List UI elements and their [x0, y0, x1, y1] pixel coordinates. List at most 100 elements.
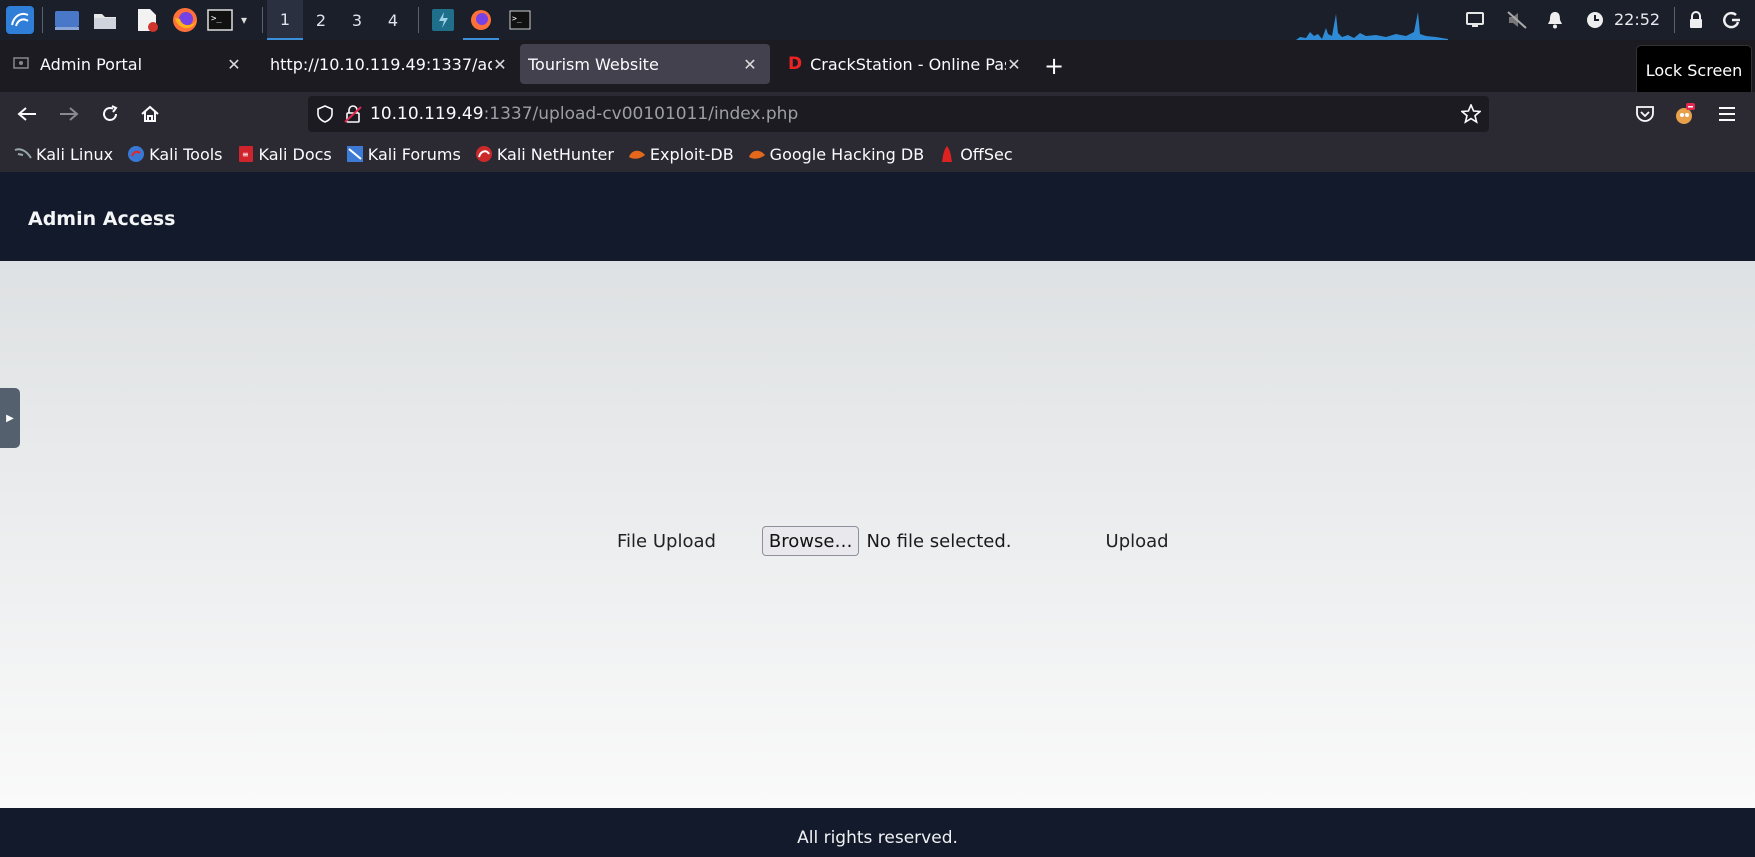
file-upload-label: File Upload [617, 530, 716, 552]
workspace-1[interactable]: 1 [267, 0, 303, 40]
nethunter-icon [475, 145, 493, 163]
ghdb-icon [748, 145, 766, 163]
tab-favicon-icon [13, 57, 29, 69]
show-desktop-icon[interactable] [52, 6, 82, 34]
url-host: 10.10.119.49 [370, 104, 484, 124]
offsec-icon [938, 145, 956, 163]
reload-icon[interactable] [96, 100, 124, 128]
web-page: Admin Access File Upload Browse… No file… [0, 172, 1755, 857]
pocket-icon[interactable] [1631, 100, 1659, 128]
bookmark-kali-tools[interactable]: Kali Tools [127, 144, 223, 164]
svg-text:>_: >_ [211, 14, 222, 24]
close-icon[interactable]: ✕ [740, 54, 760, 74]
browse-button[interactable]: Browse… [761, 526, 860, 556]
bookmark-exploit-db[interactable]: Exploit-DB [628, 145, 734, 164]
tab-label: http://10.10.119.49:1337/adm [270, 54, 492, 74]
taskbar-terminal-icon[interactable]: >_ [506, 6, 534, 34]
kali-docs-icon: ≡ [237, 145, 255, 163]
insecure-lock-icon[interactable] [344, 105, 362, 123]
play-arrow-icon: ▶ [6, 412, 14, 424]
network-monitor-graph [1296, 12, 1448, 40]
main-content: File Upload Browse… No file selected. Up… [0, 261, 1755, 808]
site-title: Admin Access [28, 208, 176, 230]
close-icon[interactable]: ✕ [224, 54, 244, 74]
tab-admin-url[interactable]: http://10.10.119.49:1337/adm ✕ [262, 44, 512, 84]
display-icon[interactable] [1462, 6, 1488, 34]
volume-muted-icon[interactable] [1504, 6, 1530, 34]
workspace-4[interactable]: 4 [375, 0, 411, 40]
new-tab-icon[interactable]: + [1044, 52, 1064, 80]
extension-icon[interactable] [1671, 100, 1699, 128]
tab-label: CrackStation - Online Pas [810, 54, 1007, 74]
bookmark-label: Kali Forums [367, 144, 461, 164]
bookmark-label: Kali Docs [258, 144, 332, 164]
bookmark-google-hacking-db[interactable]: Google Hacking DB [748, 144, 925, 164]
side-panel-handle[interactable]: ▶ [0, 388, 20, 448]
crackstation-favicon-icon: D [788, 54, 803, 74]
home-icon[interactable] [136, 100, 164, 128]
bookmark-label: Kali Tools [149, 144, 223, 164]
file-status-text: No file selected. [866, 530, 1012, 552]
clock-icon [1582, 6, 1608, 34]
bookmark-label: Google Hacking DB [769, 144, 925, 164]
bookmark-kali-docs[interactable]: ≡ Kali Docs [237, 145, 332, 164]
panel-clock[interactable]: 22:52 [1614, 10, 1660, 29]
lock-screen-tooltip: Lock Screen [1636, 45, 1752, 95]
close-icon[interactable]: ✕ [1004, 54, 1024, 74]
file-manager-icon[interactable] [90, 6, 120, 34]
workspace-label: 4 [387, 10, 399, 30]
workspace-label: 3 [351, 10, 363, 30]
close-icon[interactable]: ✕ [490, 54, 510, 74]
workspace-label: 2 [315, 10, 327, 30]
text-editor-icon[interactable] [132, 6, 162, 34]
footer-text: All rights reserved. [797, 827, 958, 848]
navigation-toolbar: 10.10.119.49:1337/upload-cv00101011/inde… [0, 92, 1755, 136]
panel-separator [1674, 7, 1675, 33]
bookmark-label: OffSec [960, 144, 1013, 164]
bookmark-offsec[interactable]: OffSec [938, 144, 1013, 164]
bookmarks-toolbar: Kali Linux Kali Tools ≡ Kali Docs Kali F… [0, 136, 1755, 172]
svg-text:>_: >_ [512, 14, 522, 23]
kali-menu-icon[interactable] [4, 6, 36, 34]
taskbar-firefox-icon[interactable] [466, 6, 496, 34]
tab-label: Tourism Website [528, 54, 659, 74]
forward-arrow-icon[interactable] [55, 100, 83, 128]
tab-tourism-website[interactable]: Tourism Website ✕ [520, 44, 770, 84]
notifications-bell-icon[interactable] [1542, 6, 1568, 34]
tab-crackstation[interactable]: D CrackStation - Online Pas ✕ [778, 44, 1028, 84]
tab-admin-portal[interactable]: Admin Portal ✕ [4, 44, 254, 84]
site-footer: All rights reserved. [0, 808, 1755, 857]
bookmark-label: Kali Linux [36, 144, 114, 164]
firefox-launcher-icon[interactable] [170, 6, 200, 34]
upload-form: File Upload Browse… No file selected. Up… [617, 526, 1169, 556]
upload-button[interactable]: Upload [1106, 531, 1169, 552]
hamburger-menu-icon[interactable] [1713, 100, 1741, 128]
svg-text:≡: ≡ [242, 150, 249, 159]
panel-separator [262, 7, 263, 33]
tab-strip: Admin Portal ✕ http://10.10.119.49:1337/… [0, 40, 1755, 92]
kali-tools-icon [127, 145, 145, 163]
site-header: Admin Access [0, 172, 1755, 261]
workspace-label: 1 [279, 9, 291, 29]
tab-label: Admin Portal [40, 54, 143, 74]
panel-separator [418, 7, 419, 33]
shield-icon[interactable] [316, 105, 334, 123]
panel-separator [42, 7, 43, 33]
terminal-launcher-icon[interactable]: >_ [206, 6, 234, 34]
exploit-db-icon [628, 145, 646, 163]
bookmark-label: Exploit-DB [649, 144, 734, 164]
bookmark-star-icon[interactable] [1461, 104, 1481, 124]
logout-icon[interactable] [1719, 6, 1745, 34]
kali-forums-icon [346, 145, 364, 163]
bookmark-kali-nethunter[interactable]: Kali NetHunter [475, 145, 614, 164]
bookmark-kali-linux[interactable]: Kali Linux [14, 145, 113, 164]
taskbar-app-icon[interactable] [428, 6, 458, 34]
lock-screen-icon[interactable] [1683, 6, 1709, 34]
workspace-2[interactable]: 2 [303, 0, 339, 40]
chevron-down-icon[interactable]: ▾ [236, 6, 252, 34]
workspace-3[interactable]: 3 [339, 0, 375, 40]
back-arrow-icon[interactable] [13, 100, 41, 128]
bookmark-kali-forums[interactable]: Kali Forums [346, 145, 461, 164]
kali-dragon-icon [14, 145, 32, 163]
url-bar[interactable]: 10.10.119.49:1337/upload-cv00101011/inde… [308, 96, 1489, 132]
